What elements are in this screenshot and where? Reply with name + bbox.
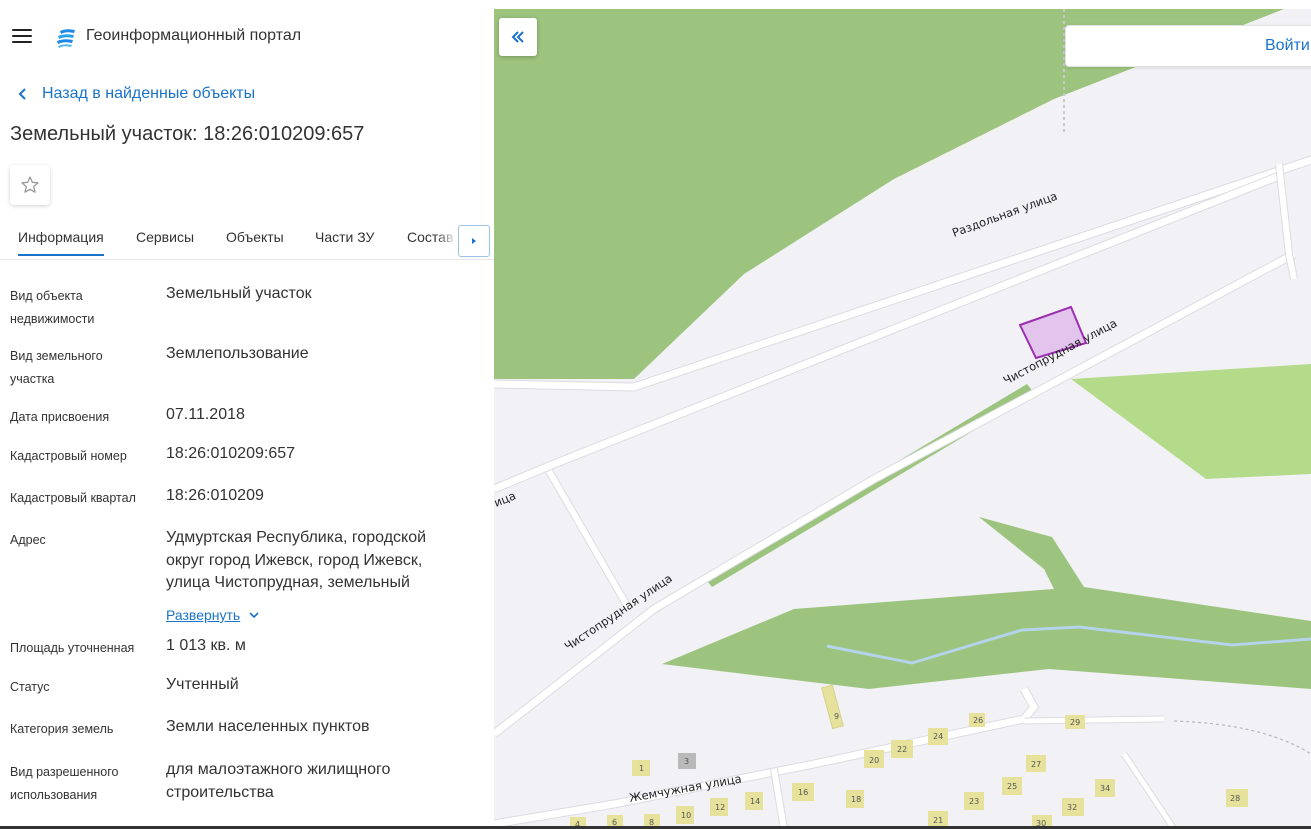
- prop-value-permitted-use: для малоэтажного жилищного строительства: [166, 761, 391, 801]
- prop-value-land-category: Земли населенных пунктов: [166, 718, 370, 735]
- login-panel: Войти: [1065, 25, 1311, 67]
- house-number: 16: [798, 788, 808, 797]
- prop-label-area: Площадь уточненная: [10, 641, 135, 655]
- house-number: 1: [639, 764, 644, 773]
- prop-value-object-type: Земельный участок: [166, 285, 312, 302]
- tab-fade: [436, 221, 458, 257]
- prop-label-cadastral-number: Кадастровый номер: [10, 449, 127, 463]
- house-number: 24: [933, 732, 943, 741]
- house-number: 9: [834, 712, 839, 721]
- house-number: 22: [897, 745, 907, 754]
- tab-scroll-right-button[interactable]: [458, 225, 490, 257]
- house-number: 29: [1070, 718, 1080, 727]
- house-number: 25: [1007, 782, 1017, 791]
- prop-label-cadastral-quarter: Кадастровый квартал: [10, 491, 136, 505]
- map-canvas[interactable]: Раздольная улица Чистопрудная улица Чист…: [494, 9, 1311, 829]
- prop-value-cadastral-quarter: 18:26:010209: [166, 487, 264, 504]
- tab-information[interactable]: Информация: [18, 229, 104, 256]
- prop-label-assign-date: Дата присвоения: [10, 410, 110, 424]
- star-icon: [21, 176, 39, 193]
- tab-objects[interactable]: Объекты: [226, 229, 284, 245]
- app-title: Геоинформационный портал: [86, 27, 302, 44]
- object-title: Земельный участок: 18:26:010209:657: [10, 123, 365, 145]
- map-view[interactable]: Раздольная улица Чистопрудная улица Чист…: [494, 9, 1311, 829]
- house-number: 23: [969, 797, 979, 806]
- favorite-button[interactable]: [10, 165, 50, 205]
- house-number: 27: [1031, 760, 1041, 769]
- house-number: 28: [1230, 794, 1240, 803]
- house-number: 32: [1067, 803, 1077, 812]
- house-number: 34: [1100, 784, 1110, 793]
- portal-logo-icon: [57, 29, 75, 48]
- login-button[interactable]: Войти: [1265, 37, 1310, 55]
- house-number: 26: [973, 716, 983, 725]
- prop-value-status: Учтенный: [166, 676, 239, 693]
- menu-icon[interactable]: [12, 29, 32, 45]
- prop-value-area: 1 013 кв. м: [166, 637, 246, 654]
- tab-bar: Информация Сервисы Объекты Части ЗУ Сост…: [0, 221, 494, 260]
- road-local2: [1023, 716, 1165, 724]
- house-number: 12: [715, 803, 725, 812]
- chevron-down-icon: [249, 612, 259, 619]
- prop-label-object-type: Вид объекта недвижимости: [10, 289, 95, 326]
- prop-label-permitted-use: Вид разрешенного использования: [10, 765, 119, 802]
- prop-value-parcel-type: Землепользование: [166, 345, 309, 362]
- house-number: 20: [869, 756, 879, 765]
- prop-value-assign-date: 07.11.2018: [166, 406, 245, 423]
- address-expand-link[interactable]: Развернуть: [166, 607, 260, 623]
- prop-value-address: Удмуртская Республика, городской округ г…: [166, 529, 427, 591]
- back-link-label: Назад в найденные объекты: [42, 85, 256, 102]
- back-link[interactable]: Назад в найденные объекты: [14, 83, 255, 105]
- double-chevron-left-icon: [511, 31, 524, 43]
- tab-services[interactable]: Сервисы: [136, 229, 194, 245]
- chevron-left-icon: [18, 88, 26, 100]
- prop-label-address: Адрес: [10, 533, 46, 547]
- address-expand-label: Развернуть: [166, 607, 241, 623]
- prop-label-land-category: Категория земель: [10, 722, 114, 736]
- house-number: 3: [684, 757, 689, 766]
- info-panel: Геоинформационный портал Назад в найденн…: [0, 9, 494, 829]
- house-number: 21: [933, 816, 943, 825]
- caret-right-icon: [472, 238, 476, 244]
- collapse-panel-button[interactable]: [499, 18, 537, 56]
- prop-value-cadastral-number: 18:26:010209:657: [166, 445, 296, 462]
- header: Геоинформационный портал: [0, 9, 494, 65]
- tab-parts[interactable]: Части ЗУ: [315, 229, 374, 245]
- house-number: 14: [750, 797, 760, 806]
- house-number: 18: [851, 795, 861, 804]
- house-number: 10: [681, 811, 691, 820]
- prop-label-parcel-type: Вид земельного участка: [10, 349, 103, 386]
- prop-label-status: Статус: [10, 680, 50, 694]
